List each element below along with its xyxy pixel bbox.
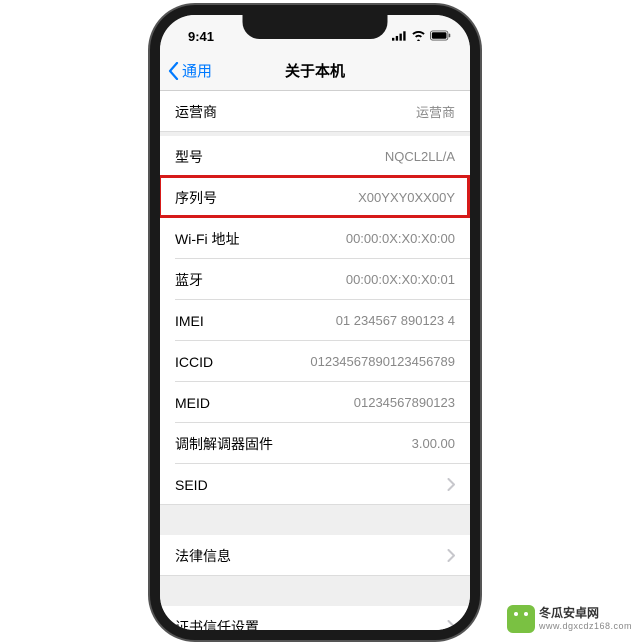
brand-icon <box>507 605 535 633</box>
row-value: 01 234567 890123 4 <box>336 313 455 328</box>
chevron-right-icon <box>447 549 455 562</box>
row-right <box>439 478 455 491</box>
chevron-right-icon <box>447 620 455 630</box>
status-time: 9:41 <box>188 29 214 44</box>
chevron-left-icon <box>168 62 179 80</box>
settings-row: ICCID 0123456789012345​6789 <box>160 341 470 382</box>
row-value: NQCL2LL/A <box>385 149 455 164</box>
chevron-right-icon <box>447 478 455 491</box>
row-right: 00:00:0X:X0:X0:00 <box>346 231 455 246</box>
row-value: 00:00:0X:X0:X0:01 <box>346 272 455 287</box>
settings-row: MEID 01234567890123 <box>160 382 470 423</box>
settings-row: Wi-Fi 地址 00:00:0X:X0:X0:00 <box>160 218 470 259</box>
row-label: 证书信任设置 <box>175 617 259 631</box>
row-value: 0123456789012345​6789 <box>310 354 455 369</box>
nav-title: 关于本机 <box>285 60 345 81</box>
row-label: Wi-Fi 地址 <box>175 229 240 249</box>
settings-group: 法律信息 <box>160 535 470 576</box>
row-value: X00YXY0XX00Y <box>358 190 455 205</box>
settings-row[interactable]: SEID <box>160 464 470 505</box>
row-label: 调制解调器固件 <box>175 434 273 454</box>
row-value: 3.00.00 <box>412 436 455 451</box>
row-value: 01234567890123 <box>354 395 455 410</box>
group-gap <box>160 576 470 606</box>
group-gap <box>160 505 470 535</box>
settings-group: 证书信任设置 <box>160 606 470 630</box>
settings-row: 调制解调器固件 3.00.00 <box>160 423 470 464</box>
brand-name: 冬瓜安卓网 <box>539 607 632 620</box>
signal-icon <box>392 29 407 44</box>
row-label: MEID <box>175 395 210 411</box>
row-right <box>439 620 455 630</box>
row-right: NQCL2LL/A <box>385 149 455 164</box>
row-right: 01 234567 890123 4 <box>336 313 455 328</box>
row-right: 01234567890123 <box>354 395 455 410</box>
row-right: 0123456789012345​6789 <box>310 354 455 369</box>
settings-group: 运营商 运营商 <box>160 91 470 132</box>
row-label: 法律信息 <box>175 546 231 566</box>
status-icons <box>392 29 452 44</box>
settings-row: 运营商 运营商 <box>160 91 470 132</box>
row-label: IMEI <box>175 313 204 329</box>
row-label: 型号 <box>175 147 203 167</box>
footer-brand: 冬瓜安卓网 www.dgxcdz168.com <box>507 605 632 633</box>
brand-url: www.dgxcdz168.com <box>539 621 632 631</box>
settings-row: IMEI 01 234567 890123 4 <box>160 300 470 341</box>
row-label: 蓝牙 <box>175 270 203 290</box>
row-right <box>439 549 455 562</box>
settings-row: 蓝牙 00:00:0X:X0:X0:01 <box>160 259 470 300</box>
settings-row[interactable]: 法律信息 <box>160 535 470 576</box>
phone-frame: 9:41 通用 关于本机 运营商 运营商型号 NQCL2LL/A 序列号 X00YXY0… <box>150 5 480 640</box>
row-label: 运营商 <box>175 102 217 122</box>
battery-icon <box>430 29 452 44</box>
wifi-icon <box>411 29 426 44</box>
back-label: 通用 <box>182 60 212 81</box>
settings-group: 型号 NQCL2LL/A 序列号 X00YXY0XX00Y Wi-Fi 地址 00:00:… <box>160 136 470 505</box>
row-label: SEID <box>175 477 208 493</box>
row-label: ICCID <box>175 354 213 370</box>
row-value: 运营商 <box>416 102 455 121</box>
row-value: 00:00:0X:X0:X0:00 <box>346 231 455 246</box>
row-right: X00YXY0XX00Y <box>358 190 455 205</box>
settings-row: 型号 NQCL2LL/A <box>160 136 470 177</box>
row-label: 序列号 <box>175 188 217 208</box>
notch <box>243 13 388 39</box>
settings-row: 序列号 X00YXY0XX00Y <box>160 177 470 218</box>
settings-row[interactable]: 证书信任设置 <box>160 606 470 630</box>
back-button[interactable]: 通用 <box>168 60 212 81</box>
row-right: 00:00:0X:X0:X0:01 <box>346 272 455 287</box>
row-right: 3.00.00 <box>412 436 455 451</box>
row-right: 运营商 <box>416 102 455 121</box>
nav-bar: 通用 关于本机 <box>160 51 470 91</box>
content[interactable]: 运营商 运营商型号 NQCL2LL/A 序列号 X00YXY0XX00Y Wi-Fi 地址… <box>160 91 470 630</box>
